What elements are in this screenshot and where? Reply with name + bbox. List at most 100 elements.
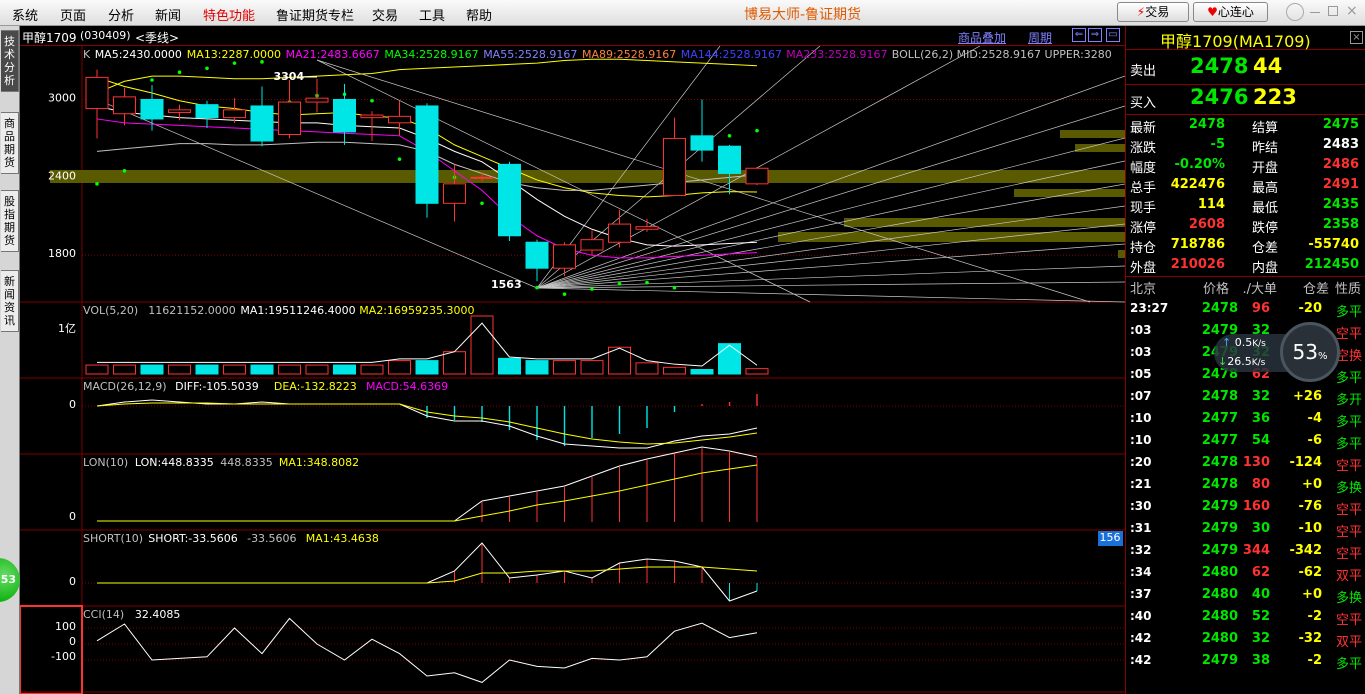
quote-title-bar: 甲醇1709(MA1709) × — [1126, 26, 1365, 51]
fan-line — [536, 46, 981, 289]
tick-row: :32 2479 344 -342 空平 — [1126, 542, 1365, 564]
tick-type: 多平 — [1335, 305, 1362, 320]
menu-4[interactable]: 特色功能 — [203, 5, 255, 24]
menu-7[interactable]: 工具 — [419, 5, 445, 24]
tick-row: 23:27 2478 96 -20 多平 — [1126, 300, 1365, 322]
tick-chg: +26 — [1293, 389, 1322, 404]
legend-vol: VOL(5,20) — [83, 304, 138, 317]
window-close-icon[interactable]: × — [1346, 3, 1358, 19]
price-band — [1118, 250, 1125, 258]
tick-vol: 38 — [1251, 653, 1270, 668]
legend-main: BOLL(26,2) MID:2528.9167 UPPER:3280 — [892, 48, 1112, 61]
tick-type: 空平 — [1335, 525, 1362, 540]
heart-connect-button[interactable]: ♥心连心 — [1193, 2, 1268, 22]
tick-time: :05 — [1130, 367, 1152, 381]
chart-symbol: 甲醇1709 — [22, 31, 77, 45]
legend-cci: CCI(14) — [83, 608, 124, 621]
tick-type: 双平 — [1335, 635, 1362, 650]
window-maximize-icon[interactable] — [1328, 6, 1338, 16]
menu-8[interactable]: 帮助 — [466, 5, 492, 24]
sar-dot — [672, 285, 677, 290]
tick-time: :10 — [1130, 433, 1152, 447]
tick-type: 多换 — [1335, 591, 1362, 606]
volume-bar — [85, 364, 109, 375]
legend-macd: DIFF:-105.5039 — [175, 380, 259, 393]
legend-vol: MA1:19511246.4000 — [240, 304, 355, 317]
menu-0[interactable]: 系统 — [12, 5, 38, 24]
left-tab-1[interactable]: 商品期货 — [1, 112, 19, 174]
stat-value: -55740 — [1308, 237, 1359, 252]
legend-main: MA233:2528.9167 — [786, 48, 887, 61]
candle-body — [470, 176, 494, 179]
sar-dot — [535, 285, 539, 290]
stat-value: 422476 — [1170, 177, 1225, 192]
volume-bar — [718, 343, 741, 375]
window-minimize-icon[interactable] — [1310, 12, 1320, 13]
trade-button[interactable]: ⚡交易 — [1117, 2, 1189, 22]
left-tab-3[interactable]: 新闻资讯 — [1, 270, 19, 332]
legend-lon: 448.8335 — [220, 456, 272, 469]
price-band — [1060, 130, 1125, 138]
buy-price: 2476 — [1190, 85, 1249, 109]
short-ma-line — [97, 566, 758, 584]
tick-price: 2479 — [1201, 499, 1238, 514]
menu-6[interactable]: 交易 — [372, 5, 398, 24]
restore-icon[interactable]: ▭ — [1106, 28, 1120, 42]
candle-body — [223, 109, 246, 119]
sar-dot — [562, 292, 567, 296]
sell-vol: 44 — [1253, 54, 1283, 78]
tick-time: :42 — [1130, 653, 1152, 667]
sar-dot — [645, 280, 649, 285]
sell-label: 卖出 — [1130, 64, 1157, 79]
stat-label: 涨停 — [1130, 221, 1157, 236]
tick-type: 空平 — [1335, 503, 1362, 518]
stat-label: 总手 — [1130, 181, 1157, 196]
candle-body — [635, 226, 659, 230]
tick-price: 2480 — [1201, 609, 1238, 624]
axis-label-cci: -100 — [51, 650, 76, 663]
left-tab-0[interactable]: 技术分析 — [1, 30, 19, 92]
sar-dot — [122, 169, 127, 173]
volume-bar — [250, 364, 274, 375]
tick-time: :21 — [1130, 477, 1152, 491]
tick-time: :03 — [1130, 345, 1152, 359]
legend-short: SHORT(10) — [83, 532, 143, 545]
tick-time: :31 — [1130, 521, 1152, 535]
stat-label: 现手 — [1130, 201, 1157, 216]
candle-body — [360, 114, 384, 119]
tick-time: :37 — [1130, 587, 1152, 601]
cycle-link[interactable]: 周期 — [1028, 29, 1052, 46]
buy-vol: 223 — [1253, 85, 1297, 109]
lightning-icon: ⚡ — [1136, 5, 1146, 19]
left-tab-2[interactable]: 股指期货 — [1, 190, 19, 252]
sar-dot — [177, 70, 182, 75]
tick-time: :42 — [1130, 631, 1152, 645]
tick-header: 价格 — [1202, 282, 1229, 297]
tick-vol: 160 — [1242, 499, 1270, 514]
zoom-out-icon[interactable]: ⇐ — [1072, 28, 1086, 42]
volume-bar — [415, 360, 439, 375]
chart-period[interactable]: <季线> — [135, 29, 179, 46]
volume-bar — [113, 364, 136, 375]
chart-header: 甲醇1709 (030409) <季线> 商品叠加 周期 ⇐ ⇒ ▭ — [20, 26, 1125, 46]
candle-body — [690, 135, 714, 151]
menu-5[interactable]: 鲁证期货专栏 — [276, 5, 354, 24]
volume-bar — [690, 369, 714, 375]
menu-1[interactable]: 页面 — [60, 5, 86, 24]
legend-macd: MACD:54.6369 — [366, 380, 448, 393]
tick-chg: -4 — [1307, 411, 1322, 426]
menu-2[interactable]: 分析 — [108, 5, 134, 24]
volume-bar — [388, 360, 411, 375]
panel-close-icon[interactable]: × — [1350, 31, 1363, 44]
chart-area[interactable]: K MA5:2430.0000 MA13:2287.0000 MA21:2483.66… — [20, 46, 1125, 694]
volume-bar — [168, 364, 191, 375]
tick-price: 2480 — [1201, 587, 1238, 602]
volume-bar — [443, 351, 466, 375]
tick-price: 2478 — [1201, 455, 1238, 470]
overlay-link[interactable]: 商品叠加 — [958, 29, 1006, 46]
legend-cci: 32.4085 — [135, 608, 181, 621]
zoom-in-icon[interactable]: ⇒ — [1088, 28, 1102, 42]
tick-time: :10 — [1130, 411, 1152, 425]
upload-arrow-icon: ↑ — [1222, 336, 1232, 349]
menu-3[interactable]: 新闻 — [155, 5, 181, 24]
